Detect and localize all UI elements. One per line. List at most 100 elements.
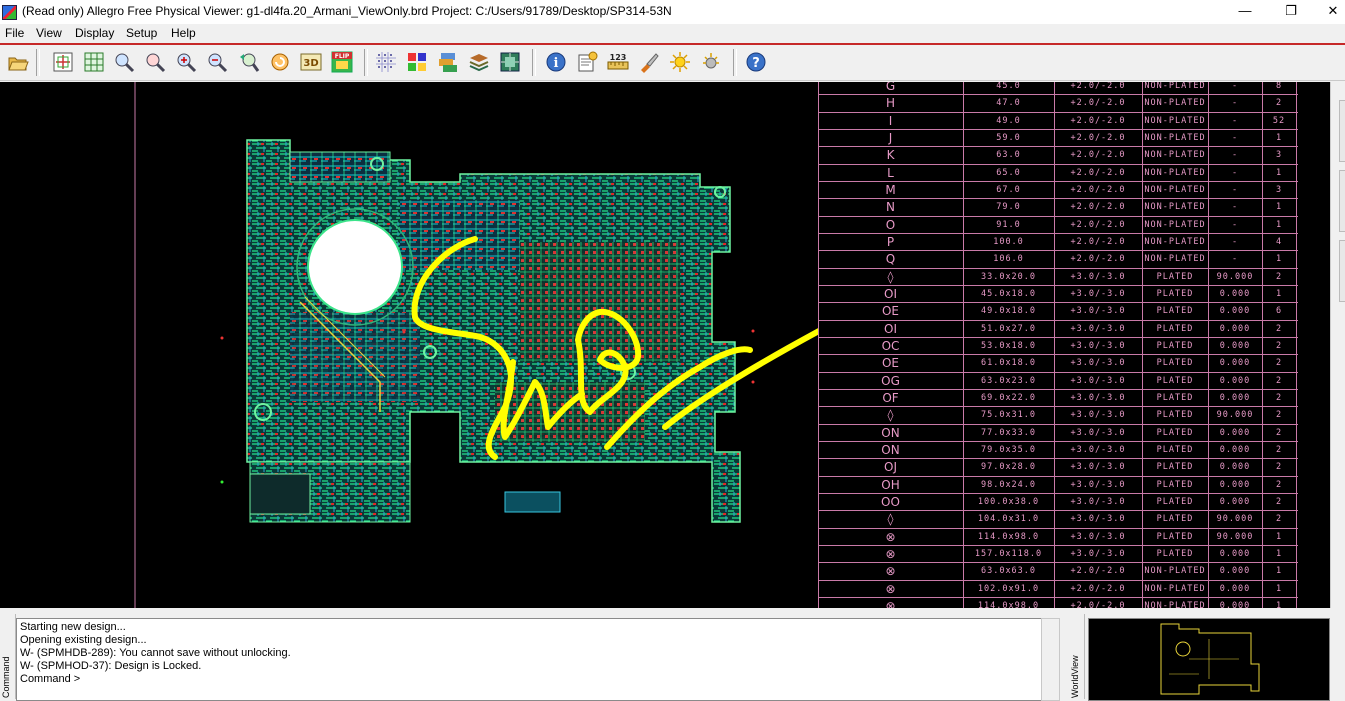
table-cell-tol: +2.0/-2.0 (1070, 167, 1126, 178)
table-cell-type: NON-PLATED (1144, 167, 1206, 178)
table-row: P 100.0 +2.0/-2.0 NON-PLATED - 4 (818, 232, 1298, 251)
restore-button[interactable]: ❐ (1268, 0, 1314, 24)
table-cell-tol: +3.0/-3.0 (1070, 323, 1126, 334)
zoom-in-icon[interactable] (175, 51, 197, 73)
svg-text:i: i (554, 56, 559, 71)
table-cell-qty: 2 (1275, 340, 1283, 351)
3d-view-icon[interactable]: 3D (300, 51, 322, 73)
table-cell-rot: 0.000 (1219, 496, 1251, 507)
table-cell-type: PLATED (1156, 514, 1194, 525)
table-cell-qty: 1 (1275, 531, 1283, 542)
zoom-out-icon[interactable] (206, 51, 228, 73)
table-row: J 59.0 +2.0/-2.0 NON-PLATED - 1 (818, 128, 1298, 147)
table-row: OO 100.0x38.0 +3.0/-3.0 PLATED 0.000 2 (818, 492, 1298, 511)
info-icon[interactable]: i (545, 51, 567, 73)
table-cell-qty: 1 (1275, 288, 1283, 299)
table-row: M 67.0 +2.0/-2.0 NON-PLATED - 3 (818, 180, 1298, 199)
table-cell-rot: 0.000 (1219, 288, 1251, 299)
close-button[interactable]: ✕ (1310, 0, 1345, 24)
menu-help[interactable]: Help (171, 26, 196, 40)
redraw-icon[interactable] (269, 51, 291, 73)
table-cell-rot: 0.000 (1219, 444, 1251, 455)
table-cell-size: 79.0x35.0 (980, 444, 1037, 455)
help-icon[interactable]: ? (745, 51, 767, 73)
table-cell-qty: 2 (1275, 392, 1283, 403)
table-row: OE 61.0x18.0 +3.0/-3.0 PLATED 0.000 2 (818, 354, 1298, 372)
table-cell-tol: +2.0/-2.0 (1070, 150, 1126, 161)
grid-icon[interactable] (375, 51, 397, 73)
table-cell-sym: ⊗ (885, 546, 896, 561)
table-cell-qty: 2 (1275, 323, 1283, 334)
menu-setup[interactable]: Setup (126, 26, 157, 40)
table-cell-type: NON-PLATED (1144, 184, 1206, 195)
table-row: ⊗ 63.0x63.0 +2.0/-2.0 NON-PLATED 0.000 1 (818, 562, 1298, 580)
title-bar: (Read only) Allegro Free Physical Viewer… (0, 0, 1345, 24)
light-icon[interactable] (669, 51, 691, 73)
side-panel-tab[interactable] (1339, 240, 1345, 302)
dehighlight-icon[interactable] (700, 51, 722, 73)
table-row: ◊ 75.0x31.0 +3.0/-3.0 PLATED 90.000 2 (818, 406, 1298, 424)
console-scrollbar[interactable] (1041, 618, 1060, 701)
table-cell-sym: OF (882, 390, 899, 405)
menu-view[interactable]: View (36, 26, 62, 40)
table-cell-tol: +3.0/-3.0 (1070, 496, 1126, 507)
worldview-panel-tab[interactable]: WorldView (1068, 614, 1085, 699)
zoom-previous-icon[interactable] (238, 51, 260, 73)
table-cell-size: 100.0x38.0 (977, 496, 1040, 507)
open-icon[interactable] (7, 51, 29, 73)
table-row: ◊ 104.0x31.0 +3.0/-3.0 PLATED 90.000 2 (818, 510, 1298, 528)
menu-file[interactable]: File (5, 26, 24, 40)
table-cell-type: PLATED (1156, 306, 1194, 317)
table-cell-tol: +2.0/-2.0 (1070, 202, 1126, 213)
table-cell-size: 114.0x98.0 (977, 531, 1040, 542)
table-row: OI 45.0x18.0 +3.0/-3.0 PLATED 0.000 1 (818, 284, 1298, 303)
side-panel-tab[interactable] (1339, 100, 1345, 162)
design-canvas[interactable]: G 45.0 +2.0/-2.0 NON-PLATED -8 H 47.0 +2.0/-2.0… (0, 82, 1330, 608)
console-line: Starting new design... (20, 621, 126, 633)
zoom-window-icon[interactable] (113, 51, 135, 73)
layer-icon[interactable] (468, 51, 490, 73)
worldview-map[interactable] (1088, 618, 1330, 701)
report-icon[interactable] (576, 51, 598, 73)
table-cell-size: 45.0x18.0 (980, 288, 1037, 299)
table-cell-type: PLATED (1156, 271, 1194, 282)
table-cell-type: PLATED (1156, 392, 1194, 403)
command-panel-tab[interactable]: Command (0, 614, 16, 699)
side-panel-tab[interactable] (1339, 170, 1345, 232)
console-output[interactable]: Starting new design... Opening existing … (16, 618, 1042, 701)
command-prompt[interactable]: Command > (20, 673, 80, 685)
table-cell-type: NON-PLATED (1144, 600, 1206, 608)
measure-icon[interactable]: 123 (607, 51, 629, 73)
menu-display[interactable]: Display (75, 26, 114, 40)
table-cell-tol: +3.0/-3.0 (1070, 444, 1126, 455)
table-cell-tol: +3.0/-3.0 (1070, 271, 1126, 282)
worldview-scrollbar[interactable] (1330, 614, 1345, 699)
visibility-icon[interactable] (437, 51, 459, 73)
flip-board-icon[interactable]: FLIP (331, 51, 353, 73)
table-cell-qty: 2 (1275, 462, 1283, 473)
table-cell-size: 106.0 (993, 254, 1024, 265)
table-row: ON 77.0x33.0 +3.0/-3.0 PLATED 0.000 2 (818, 423, 1298, 442)
table-cell-qty: 52 (1272, 115, 1286, 126)
table-cell-rot: - (1231, 254, 1239, 265)
table-cell-tol: +3.0/-3.0 (1070, 340, 1126, 351)
table-cell-sym: OG (881, 373, 900, 388)
board-icon[interactable] (499, 51, 521, 73)
zoom-world-icon[interactable] (83, 51, 105, 73)
table-cell-sym: OE (881, 304, 900, 319)
table-cell-sym: OJ (884, 460, 897, 475)
table-cell-tol: +3.0/-3.0 (1070, 358, 1126, 369)
minimize-button[interactable]: — (1222, 0, 1268, 24)
table-cell-size: 63.0 (996, 150, 1021, 161)
zoom-fit-icon[interactable] (52, 51, 74, 73)
table-cell-tol: +3.0/-3.0 (1070, 548, 1126, 559)
table-cell-tol: +2.0/-2.0 (1070, 236, 1126, 247)
table-row: OC 53.0x18.0 +3.0/-3.0 PLATED 0.000 2 (818, 336, 1298, 355)
zoom-points-icon[interactable] (144, 51, 166, 73)
highlight-icon[interactable] (638, 51, 660, 73)
table-row: OH 98.0x24.0 +3.0/-3.0 PLATED 0.000 2 (818, 475, 1298, 494)
table-cell-qty: 1 (1275, 566, 1283, 577)
table-cell-sym: Q (885, 252, 896, 267)
table-cell-size: 67.0 (996, 184, 1021, 195)
color-icon[interactable] (406, 51, 428, 73)
